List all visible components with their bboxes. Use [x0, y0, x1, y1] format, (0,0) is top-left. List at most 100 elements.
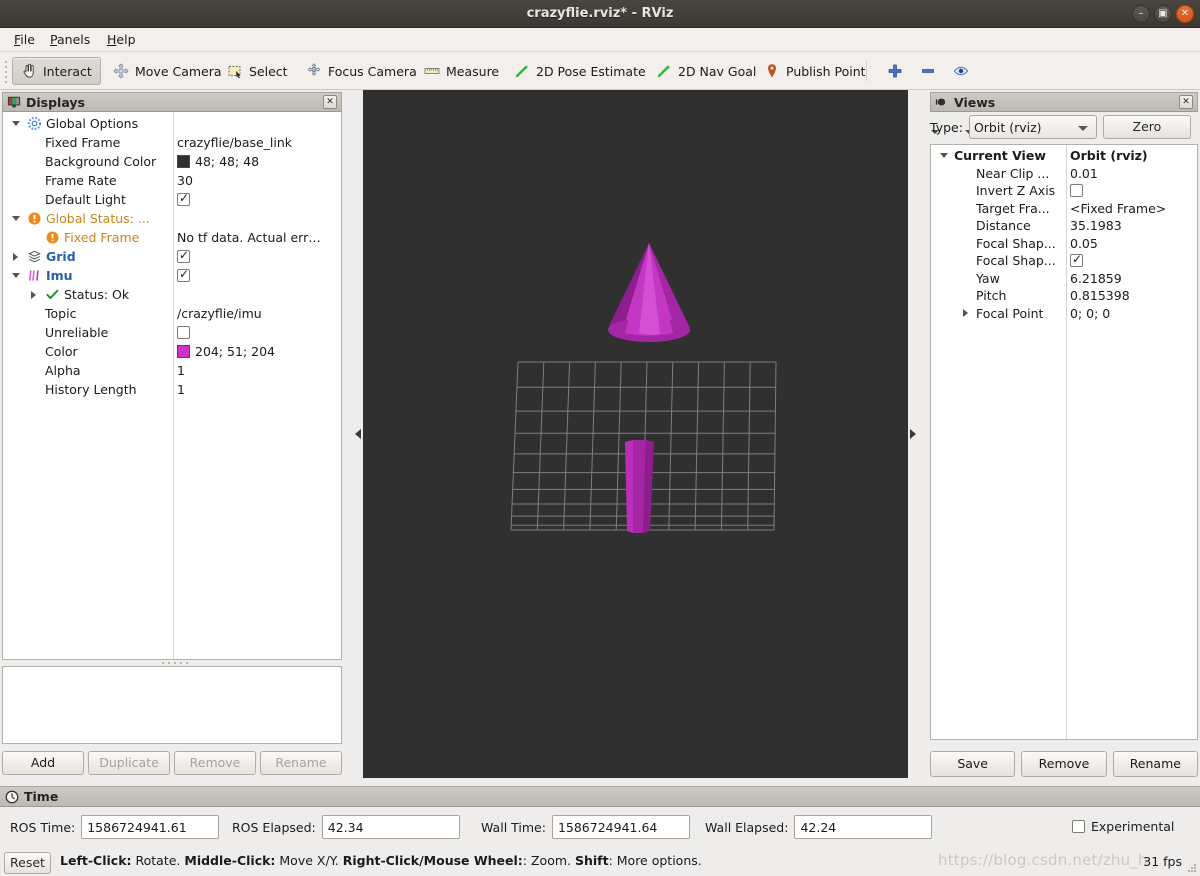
rename-display-button[interactable]: Rename: [260, 751, 342, 775]
duplicate-display-button[interactable]: Duplicate: [88, 751, 170, 775]
tool-2d-pose-estimate-label: 2D Pose Estimate: [536, 63, 646, 79]
tool-interact[interactable]: Interact: [12, 57, 101, 85]
close-icon[interactable]: ✕: [323, 95, 337, 109]
menu-help[interactable]: Help: [101, 31, 142, 49]
displays-row[interactable]: Fixed Frame No tf data. Actual err…: [3, 228, 341, 247]
tool-focus-camera[interactable]: Focus Camera: [297, 57, 426, 85]
wall-elapsed-label: Wall Elapsed:: [705, 819, 789, 835]
close-button[interactable]: ✕: [1176, 5, 1194, 23]
rename-view-button[interactable]: Rename: [1112, 751, 1198, 777]
views-row[interactable]: Current View Orbit (rviz): [931, 147, 1197, 165]
displays-row[interactable]: Background Color 48; 48; 48: [3, 152, 341, 171]
focus-camera-icon: [307, 63, 321, 76]
expander-open-icon[interactable]: [937, 149, 951, 163]
expander-closed-icon[interactable]: [959, 306, 973, 320]
displays-row[interactable]: Color 204; 51; 204: [3, 342, 341, 361]
tool-add-panel[interactable]: [878, 57, 912, 85]
menu-file[interactable]: File: [8, 31, 41, 49]
display-monitor-icon: [7, 96, 21, 108]
tool-move-camera[interactable]: Move Camera: [104, 57, 231, 85]
wall-time-input[interactable]: 1586724941.64: [551, 815, 690, 839]
remove-view-button[interactable]: Remove: [1021, 751, 1107, 777]
row-checkbox[interactable]: [177, 326, 190, 339]
close-icon[interactable]: ✕: [1179, 95, 1193, 109]
expander-open-icon[interactable]: [9, 117, 23, 131]
views-row[interactable]: Focal Shap...: [931, 252, 1197, 270]
tool-select-label: Select: [249, 63, 288, 79]
ros-time-input[interactable]: 1586724941.61: [81, 815, 220, 839]
displays-row[interactable]: Alpha 1: [3, 361, 341, 380]
views-row[interactable]: Near Clip ... 0.01: [931, 165, 1197, 183]
displays-row[interactable]: Frame Rate 30: [3, 171, 341, 190]
displays-row[interactable]: Fixed Frame crazyflie/base_link: [3, 133, 341, 152]
displays-row-label: Topic: [45, 306, 77, 321]
tool-2d-pose-estimate[interactable]: 2D Pose Estimate: [505, 57, 655, 85]
add-display-button[interactable]: Add: [2, 751, 84, 775]
displays-tree[interactable]: Global Options Fixed Frame crazyflie/base_…: [2, 112, 342, 660]
displays-row[interactable]: Status: Ok: [3, 285, 341, 304]
views-row[interactable]: Focal Shap... 0.05: [931, 235, 1197, 253]
window-controls: – ▣ ✕: [1132, 5, 1194, 23]
tool-2d-nav-goal[interactable]: 2D Nav Goal: [647, 57, 765, 85]
fps-counter: 31 fps: [1143, 854, 1182, 869]
menu-panels[interactable]: Panels: [44, 31, 96, 49]
tool-publish-point[interactable]: Publish Point: [755, 57, 875, 85]
main-toolbar: Interact Move Camera Select Focus Camera…: [0, 52, 1200, 134]
views-row[interactable]: Focal Point 0; 0; 0: [931, 305, 1197, 323]
displays-row[interactable]: Grid: [3, 247, 341, 266]
view-type-value: Orbit (rviz): [973, 119, 1042, 135]
displays-row[interactable]: Global Status: ...: [3, 209, 341, 228]
displays-row[interactable]: Unreliable: [3, 323, 341, 342]
expander-closed-icon[interactable]: [9, 250, 23, 264]
views-row-label: Distance: [976, 218, 1031, 234]
expander-open-icon[interactable]: [9, 212, 23, 226]
experimental-checkbox[interactable]: [1072, 820, 1085, 833]
row-checkbox[interactable]: [177, 248, 190, 263]
tool-toggle-visibility[interactable]: [944, 57, 978, 85]
window-resize-grip[interactable]: [1187, 863, 1197, 873]
row-checkbox[interactable]: [177, 191, 190, 206]
tool-interact-label: Interact: [43, 63, 92, 79]
views-row[interactable]: Distance 35.1983: [931, 217, 1197, 235]
maximize-button[interactable]: ▣: [1154, 5, 1172, 23]
chevron-down-icon: [1077, 126, 1088, 131]
tool-remove-panel[interactable]: [911, 57, 945, 85]
views-row[interactable]: Invert Z Axis: [931, 182, 1197, 200]
view-type-select[interactable]: Orbit (rviz): [968, 115, 1097, 139]
toolbar-grip[interactable]: [4, 61, 9, 83]
row-checkbox[interactable]: [177, 267, 190, 282]
views-row[interactable]: Pitch 0.815398: [931, 287, 1197, 305]
displays-row[interactable]: Topic/crazyflie/imu: [3, 304, 341, 323]
color-swatch[interactable]: [177, 345, 190, 358]
displays-row[interactable]: Global Options: [3, 114, 341, 133]
wall-elapsed-input[interactable]: 42.24: [794, 815, 933, 839]
ros-elapsed-input[interactable]: 42.34: [321, 815, 460, 839]
collapse-left-panel-handle[interactable]: [353, 90, 363, 778]
collapse-right-panel-handle[interactable]: [908, 90, 918, 778]
views-row[interactable]: Yaw 6.21859: [931, 270, 1197, 288]
displays-row[interactable]: History Length 1: [3, 380, 341, 399]
views-row[interactable]: Target Fra... <Fixed Frame>: [931, 200, 1197, 218]
save-view-button[interactable]: Save: [930, 751, 1016, 777]
zero-view-button[interactable]: Zero: [1102, 115, 1191, 139]
color-swatch[interactable]: [177, 155, 190, 168]
experimental-toggle[interactable]: Experimental: [1072, 819, 1174, 834]
minimize-button[interactable]: –: [1132, 5, 1150, 23]
remove-display-button[interactable]: Remove: [174, 751, 256, 775]
views-tree[interactable]: Current View Orbit (rviz) Near Clip ... 0.0…: [930, 144, 1198, 740]
row-checkbox[interactable]: [1070, 184, 1083, 198]
tool-select[interactable]: Select: [218, 57, 297, 85]
reset-button[interactable]: Reset: [4, 852, 51, 874]
displays-row[interactable]: Default Light: [3, 190, 341, 209]
expander-closed-icon[interactable]: [27, 288, 41, 302]
render-viewport-3d[interactable]: [363, 90, 908, 778]
row-checkbox[interactable]: [1070, 252, 1083, 268]
tool-measure[interactable]: Measure: [415, 57, 508, 85]
displays-row[interactable]: Imu: [3, 266, 341, 285]
displays-splitter-handle[interactable]: [2, 660, 342, 665]
minus-icon: [922, 69, 934, 73]
expander-open-icon[interactable]: [9, 269, 23, 283]
